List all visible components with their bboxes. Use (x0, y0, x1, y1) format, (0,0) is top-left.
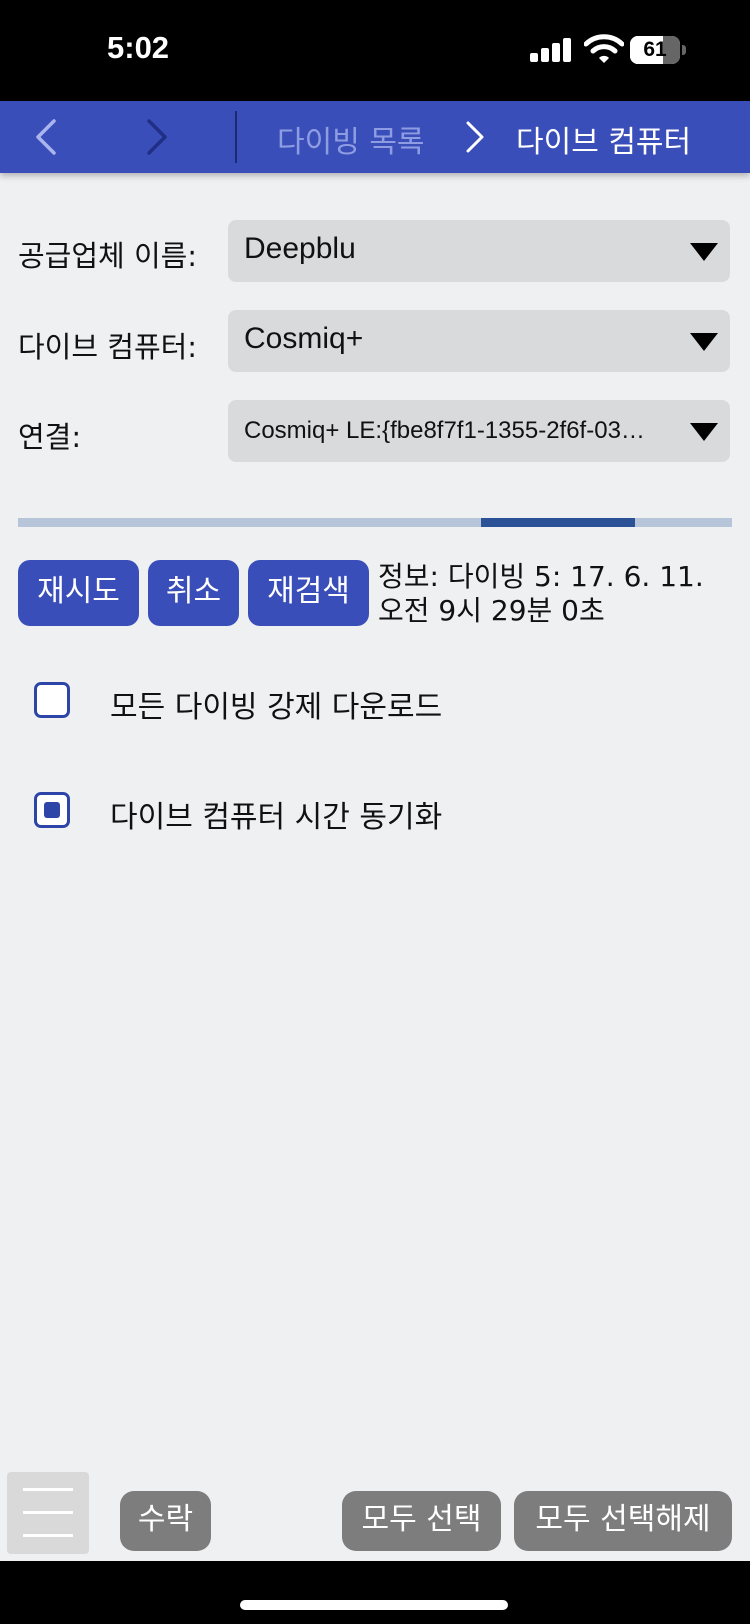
cancel-button[interactable]: 취소 (148, 560, 239, 626)
dropdown-arrow-icon (690, 243, 718, 261)
force-download-checkbox[interactable] (34, 682, 70, 718)
connection-select[interactable]: Cosmiq+ LE:{fbe8f7f1-1355-2f6f-03… (228, 400, 730, 462)
computer-label: 다이브 컴퓨터: (18, 330, 198, 364)
deselect-all-button[interactable]: 모두 선택해제 (514, 1491, 732, 1551)
rescan-button[interactable]: 재검색 (248, 560, 369, 626)
breadcrumb-dive-computer: 다이브 컴퓨터 (516, 125, 692, 160)
battery-icon: 61 (630, 36, 680, 64)
dropdown-arrow-icon (690, 333, 718, 351)
sync-time-checkbox[interactable] (34, 792, 70, 828)
computer-select[interactable]: Cosmiq+ (228, 310, 730, 372)
hamburger-menu-icon[interactable] (7, 1472, 89, 1554)
connection-label: 연결: (18, 420, 82, 454)
dropdown-arrow-icon (690, 423, 718, 441)
battery-level: 61 (643, 38, 667, 61)
forward-chevron-icon[interactable] (135, 113, 179, 161)
checkbox-checked-mark (44, 802, 60, 818)
download-progress-bar (18, 518, 732, 527)
navigation-bar: 다이빙 목록 다이브 컴퓨터 (0, 101, 750, 173)
breadcrumb-dive-list[interactable]: 다이빙 목록 (277, 117, 425, 161)
wifi-icon (584, 34, 624, 63)
breadcrumb-chevron-icon (466, 121, 484, 153)
connection-value: Cosmiq+ LE:{fbe8f7f1-1355-2f6f-03… (244, 417, 645, 444)
sync-time-label[interactable]: 다이브 컴퓨터 시간 동기화 (110, 792, 442, 836)
home-indicator-area (0, 1561, 750, 1624)
dive-info-text: 정보: 다이빙 5: 17. 6. 11. 오전 9시 29분 0초 (378, 560, 738, 628)
home-indicator[interactable] (240, 1600, 508, 1610)
accept-button[interactable]: 수락 (120, 1491, 211, 1551)
cellular-signal-icon (530, 38, 572, 62)
battery-cap (682, 45, 686, 55)
select-all-button[interactable]: 모두 선택 (342, 1491, 501, 1551)
vendor-label: 공급업체 이름: (18, 239, 198, 273)
back-chevron-icon[interactable] (26, 113, 70, 161)
dive-info-line2: 오전 9시 29분 0초 (378, 594, 605, 627)
retry-button[interactable]: 재시도 (18, 560, 139, 626)
force-download-label[interactable]: 모든 다이빙 강제 다운로드 (110, 682, 442, 726)
status-bar: 5:02 61 (0, 0, 750, 101)
status-time: 5:02 (107, 30, 170, 65)
progress-indicator (480, 518, 635, 527)
nav-divider (235, 111, 237, 163)
vendor-value: Deepblu (244, 232, 356, 265)
computer-value: Cosmiq+ (244, 322, 364, 355)
dive-info-line1: 정보: 다이빙 5: 17. 6. 11. (378, 560, 704, 593)
vendor-select[interactable]: Deepblu (228, 220, 730, 282)
